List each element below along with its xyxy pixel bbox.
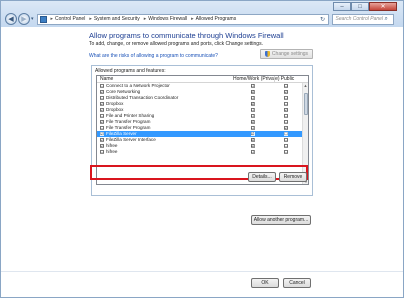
enable-checkbox[interactable]: ☐ xyxy=(100,126,104,130)
remove-button[interactable]: Remove xyxy=(279,172,307,182)
allow-another-program-button[interactable]: Allow another program... xyxy=(251,215,311,225)
public-checkbox[interactable]: ☐ xyxy=(284,84,288,88)
private-checkbox[interactable]: ☐ xyxy=(250,114,255,118)
breadcrumb-separator-icon: ▸ xyxy=(89,16,92,22)
public-checkbox[interactable]: ☑ xyxy=(284,126,288,130)
window-chrome: – □ ✕ ◀ ▶ ▾ ▸ Control Panel ▸ System and… xyxy=(1,1,403,27)
private-checkbox[interactable]: ☐ xyxy=(250,96,255,100)
public-checkbox[interactable]: ☐ xyxy=(284,132,288,136)
public-checkbox[interactable]: ☐ xyxy=(284,120,288,124)
private-checkbox[interactable]: ☑ xyxy=(250,144,255,148)
private-checkbox[interactable]: ☐ xyxy=(250,108,255,112)
enable-checkbox[interactable]: ☑ xyxy=(100,138,104,142)
search-placeholder: Search Control Panel xyxy=(335,16,384,22)
enable-checkbox[interactable]: ☐ xyxy=(100,96,104,100)
search-icon[interactable]: ⌕ xyxy=(385,16,393,23)
group-label: Allowed programs and features: xyxy=(95,68,166,74)
private-checkbox[interactable]: ☐ xyxy=(250,126,255,130)
programs-list-header: Name Home/Work (Private) Public xyxy=(97,76,308,83)
breadcrumb-allowed-programs[interactable]: Allowed Programs xyxy=(196,16,237,22)
scroll-up-icon[interactable]: ▲ xyxy=(303,83,308,89)
ok-button[interactable]: OK xyxy=(251,278,279,288)
private-checkbox[interactable]: ☑ xyxy=(250,90,255,94)
breadcrumb-windows-firewall[interactable]: Windows Firewall xyxy=(148,16,187,22)
risks-link[interactable]: What are the risks of allowing a program… xyxy=(89,53,218,59)
public-checkbox[interactable]: ☐ xyxy=(284,150,288,154)
enable-checkbox[interactable]: ☐ xyxy=(100,84,104,88)
main-content: Allow programs to communicate through Wi… xyxy=(1,27,403,288)
forward-arrow-icon[interactable]: ▶ xyxy=(18,13,30,25)
allowed-programs-window: – □ ✕ ◀ ▶ ▾ ▸ Control Panel ▸ System and… xyxy=(0,0,404,298)
program-row[interactable]: ☐ hifree ☐ ☐ xyxy=(97,149,308,155)
navigation-bar: ◀ ▶ ▾ ▸ Control Panel ▸ System and Secur… xyxy=(5,13,399,25)
recent-pages-dropdown-icon[interactable]: ▾ xyxy=(31,16,34,22)
private-checkbox[interactable]: ☑ xyxy=(250,102,255,106)
public-checkbox[interactable]: ☐ xyxy=(284,102,288,106)
control-panel-icon xyxy=(39,15,47,23)
window-controls: – □ ✕ xyxy=(333,2,397,11)
change-settings-label: Change settings xyxy=(271,51,309,57)
breadcrumb-separator-icon: ▸ xyxy=(191,16,194,22)
public-checkbox[interactable]: ☐ xyxy=(284,138,288,142)
program-name: hifree xyxy=(106,149,118,154)
back-arrow-icon[interactable]: ◀ xyxy=(5,13,17,25)
public-checkbox[interactable]: ☑ xyxy=(284,108,288,112)
public-checkbox[interactable]: ☐ xyxy=(284,114,288,118)
column-header-home[interactable]: Home/Work (Private) xyxy=(233,76,280,82)
enable-checkbox[interactable]: ☑ xyxy=(100,108,104,112)
programs-rows: ☐ Connect to a Network Projector ☐ ☐ ☑ Core … xyxy=(97,83,308,155)
public-checkbox[interactable]: ☐ xyxy=(284,96,288,100)
footer-divider xyxy=(1,271,403,272)
column-header-name[interactable]: Name xyxy=(97,76,233,82)
address-bar[interactable]: ▸ Control Panel ▸ System and Security ▸ … xyxy=(36,13,329,25)
page-title: Allow programs to communicate through Wi… xyxy=(89,31,284,40)
enable-checkbox[interactable]: ☐ xyxy=(100,150,104,154)
breadcrumb-separator-icon: ▸ xyxy=(50,16,54,22)
details-button[interactable]: Details... xyxy=(248,172,276,182)
scroll-thumb[interactable] xyxy=(304,93,308,115)
change-settings-button[interactable]: Change settings xyxy=(260,49,313,59)
private-checkbox[interactable]: ☑ xyxy=(250,132,255,136)
enable-checkbox[interactable]: ☑ xyxy=(100,102,104,106)
minimize-button[interactable]: – xyxy=(333,2,351,11)
uac-shield-icon xyxy=(264,51,270,57)
enable-checkbox[interactable]: ☑ xyxy=(100,132,104,136)
public-checkbox[interactable]: ☑ xyxy=(284,90,288,94)
breadcrumb-system-security[interactable]: System and Security xyxy=(94,16,140,22)
search-input[interactable]: Search Control Panel ⌕ xyxy=(331,13,394,25)
enable-checkbox[interactable]: ☑ xyxy=(100,120,104,124)
enable-checkbox[interactable]: ☐ xyxy=(100,114,104,118)
column-header-public[interactable]: Public xyxy=(274,76,300,82)
close-button[interactable]: ✕ xyxy=(369,2,397,11)
public-checkbox[interactable]: ☐ xyxy=(284,144,288,148)
refresh-icon[interactable]: ↻ xyxy=(318,16,328,23)
enable-checkbox[interactable]: ☑ xyxy=(100,144,104,148)
page-instructions: To add, change, or remove allowed progra… xyxy=(89,41,263,47)
private-checkbox[interactable]: ☐ xyxy=(250,84,255,88)
enable-checkbox[interactable]: ☑ xyxy=(100,90,104,94)
private-checkbox[interactable]: ☑ xyxy=(250,138,255,142)
private-checkbox[interactable]: ☐ xyxy=(250,150,255,154)
cancel-button[interactable]: Cancel xyxy=(283,278,311,288)
breadcrumb-separator-icon: ▸ xyxy=(143,16,147,22)
maximize-button[interactable]: □ xyxy=(351,2,369,11)
breadcrumb-control-panel[interactable]: Control Panel xyxy=(55,16,85,22)
private-checkbox[interactable]: ☑ xyxy=(250,120,255,124)
